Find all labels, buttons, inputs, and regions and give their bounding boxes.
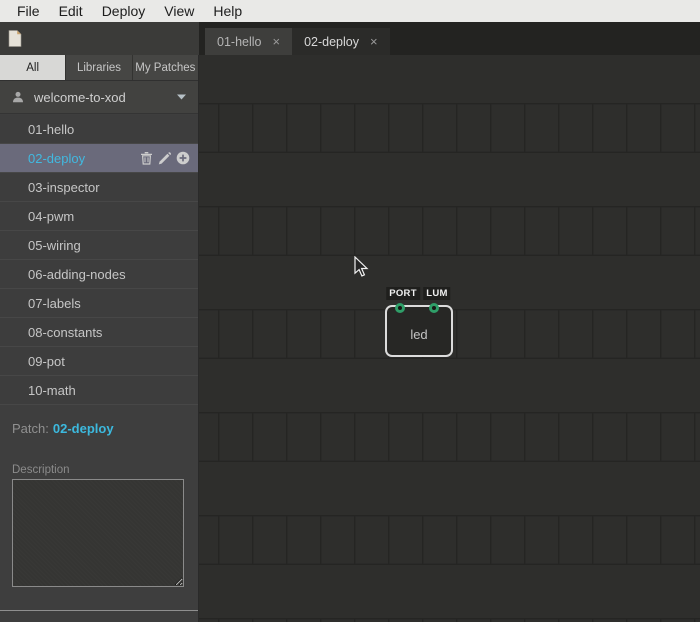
top-bar: 01-hello × 02-deploy × [0,22,700,55]
patch-item-09-pot[interactable]: 09-pot [0,347,198,376]
tab-all[interactable]: All [0,55,65,80]
pin-label-lum: LUM [423,287,450,300]
pin-port[interactable] [395,303,405,313]
patch-item-07-labels[interactable]: 07-labels [0,289,198,318]
pin-label-port: PORT [386,287,420,300]
description-label: Description [12,464,70,476]
tab-02-deploy[interactable]: 02-deploy × [292,28,390,55]
chevron-down-icon[interactable] [177,94,186,100]
menu-file[interactable]: File [8,3,50,19]
tab-my-patches[interactable]: My Patches [132,55,198,80]
sidebar-divider [0,610,198,611]
tab-01-hello[interactable]: 01-hello × [205,28,292,55]
patch-description-input[interactable] [12,479,184,587]
tab-libraries[interactable]: Libraries [65,55,131,80]
patch-item-04-pwm[interactable]: 04-pwm [0,202,198,231]
pin-lum[interactable] [429,303,439,313]
menu-bar: File Edit Deploy View Help [0,0,700,22]
menu-view[interactable]: View [155,3,204,19]
node-title: led [410,327,427,342]
patch-item-label: 02-deploy [28,151,85,166]
patch-item-02-deploy[interactable]: 02-deploy [0,144,198,173]
patch-canvas[interactable]: PORT LUM led [199,55,700,622]
tab-close-icon[interactable]: × [272,35,280,48]
patch-item-10-math[interactable]: 10-math [0,376,198,405]
mouse-cursor [354,256,369,278]
edit-icon[interactable] [158,152,171,165]
project-browser: All Libraries My Patches welcome-to-xod … [0,55,199,622]
menu-deploy[interactable]: Deploy [93,3,156,19]
browser-filter-tabs: All Libraries My Patches [0,55,198,81]
patch-item-08-constants[interactable]: 08-constants [0,318,198,347]
tab-close-icon[interactable]: × [370,35,378,48]
tab-label: 02-deploy [304,35,359,49]
project-selector[interactable]: welcome-to-xod [0,81,198,114]
patch-info-label: Patch: [12,421,49,436]
patch-info-name[interactable]: 02-deploy [53,421,114,436]
tab-label: 01-hello [217,35,261,49]
project-name: welcome-to-xod [34,90,177,105]
toolbar [0,22,199,55]
current-patch-info: Patch: 02-deploy [12,421,114,436]
menu-edit[interactable]: Edit [50,3,93,19]
patch-item-05-wiring[interactable]: 05-wiring [0,231,198,260]
new-patch-icon[interactable] [8,30,22,47]
menu-help[interactable]: Help [204,3,252,19]
user-icon [12,91,24,103]
patch-item-06-adding-nodes[interactable]: 06-adding-nodes [0,260,198,289]
trash-icon[interactable] [140,151,153,165]
node-led[interactable]: led [385,305,453,357]
editor-tab-bar: 01-hello × 02-deploy × [199,22,700,55]
add-icon[interactable] [176,151,190,165]
patch-item-03-inspector[interactable]: 03-inspector [0,173,198,202]
patch-list: 01-hello 02-deploy [0,115,198,405]
patch-item-01-hello[interactable]: 01-hello [0,115,198,144]
patch-row-actions [140,151,190,165]
